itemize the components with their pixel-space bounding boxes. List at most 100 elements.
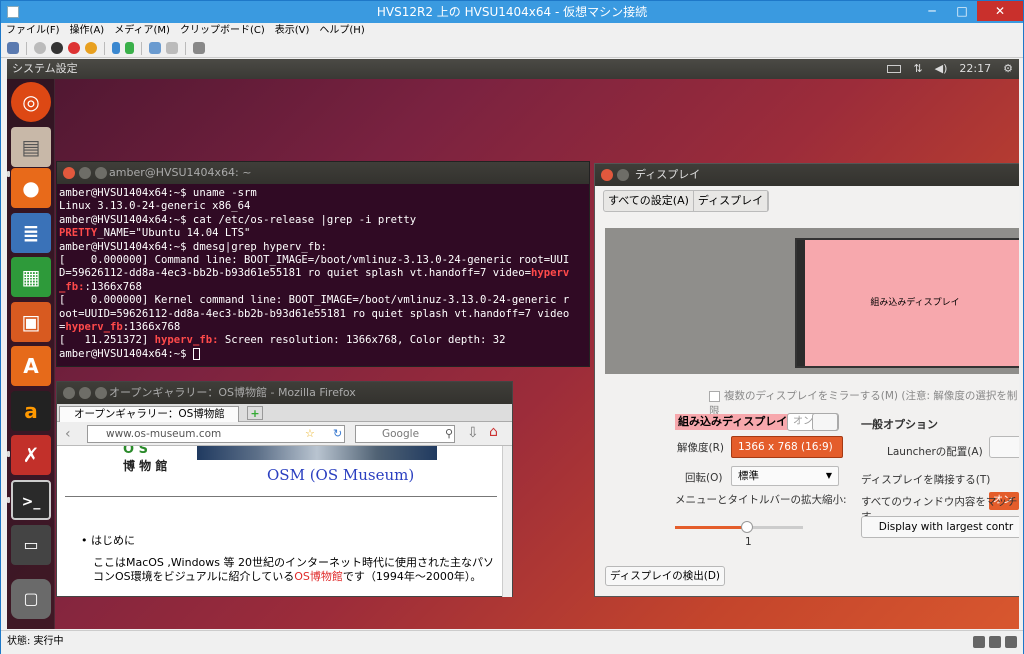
menu-help[interactable]: ヘルプ(H) [314, 23, 369, 39]
menu-clipboard[interactable]: クリップボード(C) [175, 23, 270, 39]
toolbar-separator [185, 41, 186, 55]
firefox-window[interactable]: オープンギャラリー：OS博物館 - Mozilla Firefox オープンギャ… [56, 381, 513, 597]
menu-file[interactable]: ファイル(F) [1, 23, 65, 39]
calc-icon[interactable]: ▦ [11, 257, 51, 297]
maximize-icon[interactable] [95, 167, 107, 179]
minimize-icon[interactable] [79, 167, 91, 179]
display-crumb[interactable]: ディスプレイ [694, 191, 769, 211]
reload-icon[interactable]: ↻ [333, 427, 342, 440]
volume-icon[interactable]: ◀) [935, 59, 948, 79]
maximize-button[interactable]: □ [947, 1, 977, 21]
checkpoint-icon[interactable] [149, 42, 161, 54]
intro-heading: • はじめに [81, 534, 135, 547]
menu-bar: ファイル(F) 操作(A) メディア(M) クリップボード(C) 表示(V) ヘ… [1, 23, 1023, 39]
impress-icon[interactable]: ▣ [11, 302, 51, 342]
rotation-label: 回転(O) [685, 472, 723, 484]
unity-launcher: ◎ ▤ ● ≣ ▦ ▣ A a ✗ >_ ▭ ▢ [7, 79, 55, 629]
chevron-down-icon: ▼ [825, 471, 832, 480]
revert-icon[interactable] [166, 42, 178, 54]
close-icon[interactable] [63, 167, 75, 179]
monitor-builtin[interactable]: 組み込みディスプレイ [795, 238, 1019, 368]
largest-controls-button[interactable]: Display with largest contr [861, 516, 1019, 538]
ubuntu-top-panel: システム設定 ⇅ ◀) 22:17 ⚙ [7, 59, 1019, 79]
scale-slider[interactable] [675, 521, 803, 533]
detect-displays-button[interactable]: ディスプレイの検出(D) [605, 566, 725, 586]
vm-toolbar [1, 39, 1023, 58]
os-museum-link[interactable]: OS博物館 [294, 570, 343, 583]
search-bar[interactable]: Google [355, 425, 455, 443]
selected-display-name: 組み込みディスプレイ [675, 414, 791, 430]
os-museum-logo: O S 博 物 館 [123, 446, 168, 473]
files-icon[interactable]: ▤ [11, 127, 51, 167]
menu-media[interactable]: メディア(M) [109, 23, 175, 39]
tab-strip: オープンギャラリー：OS博物館 + [57, 404, 512, 422]
new-tab-button[interactable]: + [247, 406, 263, 420]
maximize-icon[interactable] [95, 387, 107, 399]
network-icon[interactable]: ⇅ [913, 59, 922, 79]
display-settings-window[interactable]: ディスプレイ すべての設定(A) ディスプレイ 組み込みディスプレイ 複数のディ… [594, 163, 1019, 597]
slider-handle[interactable] [741, 521, 753, 533]
ubuntu-dash-icon[interactable]: ◎ [11, 82, 51, 122]
keyboard-icon[interactable] [887, 65, 902, 73]
scale-value: 1 [745, 536, 752, 548]
pause-icon[interactable] [112, 42, 120, 54]
terminal-titlebar[interactable]: amber@HVSU1404x64: ~ [57, 162, 589, 184]
ctrl-alt-del-icon[interactable] [7, 42, 19, 54]
terminal-window[interactable]: amber@HVSU1404x64: ~ amber@HVSU1404x64:~… [56, 161, 590, 367]
shutdown-icon[interactable] [68, 42, 80, 54]
amazon-icon[interactable]: a [11, 391, 51, 431]
system-settings-icon[interactable]: ✗ [11, 435, 51, 475]
firefox-title: オープンギャラリー：OS博物館 - Mozilla Firefox [109, 386, 356, 399]
bookmark-star-icon[interactable]: ☆ [305, 427, 315, 440]
all-settings-button[interactable]: すべての設定(A) [604, 191, 694, 211]
network-status-icon [1005, 636, 1017, 648]
running-indicator [7, 451, 10, 457]
display-titlebar[interactable]: ディスプレイ [595, 164, 1019, 186]
gear-icon[interactable]: ⚙ [1003, 59, 1013, 79]
close-icon[interactable] [601, 169, 613, 181]
resume-icon[interactable] [125, 42, 134, 54]
clock[interactable]: 22:17 [959, 59, 991, 79]
menu-view[interactable]: 表示(V) [270, 23, 315, 39]
minimize-button[interactable]: ─ [917, 1, 947, 21]
search-icon[interactable]: ⚲ [445, 427, 453, 440]
back-icon[interactable]: ‹ [65, 426, 71, 442]
download-icon[interactable]: ⇩ [467, 425, 479, 441]
tab-os-museum[interactable]: オープンギャラリー：OS博物館 [59, 406, 239, 422]
terminal-output[interactable]: amber@HVSU1404x64:~$ uname -srm Linux 3.… [57, 184, 589, 364]
launcher-placement-label: Launcherの配置(A) [887, 446, 983, 458]
divider [65, 496, 497, 497]
menu-action[interactable]: 操作(A) [65, 23, 110, 39]
start-icon[interactable] [34, 42, 46, 54]
keyboard-status-icon [973, 636, 985, 648]
firefox-icon[interactable]: ● [11, 168, 51, 208]
close-button[interactable]: ✕ [977, 1, 1023, 21]
vm-screen[interactable]: システム設定 ⇅ ◀) 22:17 ⚙ ◎ ▤ ● ≣ ▦ ▣ A a ✗ >_… [7, 59, 1019, 629]
turn-off-icon[interactable] [51, 42, 63, 54]
scrollbar[interactable] [502, 446, 512, 597]
floppy-icon[interactable]: ▭ [11, 525, 51, 565]
enhanced-session-icon[interactable] [193, 42, 205, 54]
display-on-switch[interactable]: オン [787, 413, 839, 431]
running-indicator [7, 171, 10, 177]
launcher-strip [797, 240, 805, 366]
panel-app-title: システム設定 [12, 62, 78, 75]
software-center-icon[interactable]: A [11, 346, 51, 386]
page-content[interactable]: O S 博 物 館 OSM (OS Museum) • はじめに ここはMacO… [57, 446, 503, 597]
launcher-placement-dropdown[interactable] [989, 436, 1019, 458]
scale-label: メニューとタイトルバーの拡大縮小: [675, 494, 847, 506]
minimize-icon[interactable] [617, 169, 629, 181]
save-state-icon[interactable] [85, 42, 97, 54]
running-indicator [7, 497, 10, 503]
trash-icon[interactable]: ▢ [11, 579, 51, 619]
terminal-icon[interactable]: >_ [11, 480, 51, 520]
writer-icon[interactable]: ≣ [11, 213, 51, 253]
terminal-title: amber@HVSU1404x64: ~ [109, 166, 252, 179]
close-icon[interactable] [63, 387, 75, 399]
window-titlebar[interactable]: HVS12R2 上の HVSU1404x64 - 仮想マシン接続 ─ □ ✕ [1, 1, 1023, 23]
firefox-titlebar[interactable]: オープンギャラリー：OS博物館 - Mozilla Firefox [57, 382, 512, 404]
home-icon[interactable]: ⌂ [489, 424, 498, 440]
minimize-icon[interactable] [79, 387, 91, 399]
resolution-dropdown[interactable]: 1366 x 768 (16:9) [731, 436, 843, 458]
rotation-dropdown[interactable]: 標準 ▼ [731, 466, 839, 486]
